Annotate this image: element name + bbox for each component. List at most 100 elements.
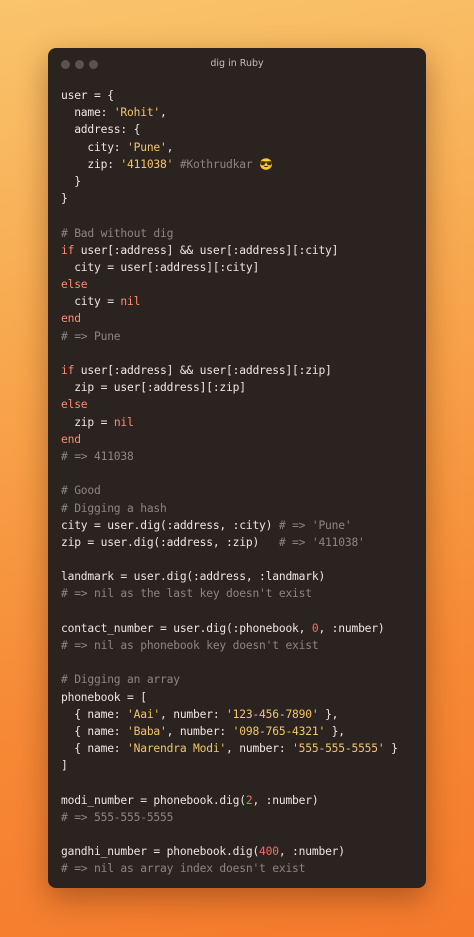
code-line: zip = user[:address][:zip]	[61, 379, 420, 396]
code-line: else	[61, 396, 420, 413]
code-line: landmark = user.dig(:address, :landmark)	[61, 568, 420, 585]
code-line: }	[61, 190, 420, 207]
code-line: { name: 'Baba', number: '098-765-4321' }…	[61, 723, 420, 740]
code-token: zip:	[61, 157, 121, 171]
code-comment: # => nil as array index doesn't exist	[61, 862, 306, 876]
code-comment: # => '411038'	[278, 535, 365, 549]
code-line: ]	[61, 757, 420, 774]
code-line: if user[:address] && user[:address][:zip…	[61, 362, 420, 379]
code-token: zip =	[61, 415, 114, 429]
code-line: # => nil as array index doesn't exist	[61, 860, 420, 877]
code-line: zip: '411038' #Kothrudkar 😎	[61, 156, 420, 173]
code-token: contact_number = user.dig(:phonebook,	[61, 621, 312, 635]
code-token: , :number)	[278, 845, 345, 859]
code-line: contact_number = user.dig(:phonebook, 0,…	[61, 620, 420, 637]
code-token: { name:	[61, 742, 128, 756]
code-keyword: end	[61, 312, 81, 326]
code-token: city = user[:address][:city]	[61, 260, 260, 274]
code-token: , number:	[160, 707, 227, 721]
code-line: # => 555-555-5555	[61, 809, 420, 826]
code-token: },	[325, 724, 345, 738]
code-comment: # => 'Pune'	[278, 518, 352, 532]
code-token: }	[61, 174, 81, 188]
code-number: 400	[259, 845, 279, 859]
code-token: landmark = user.dig(:address, :landmark)	[61, 570, 326, 584]
code-token: , number:	[166, 724, 233, 738]
code-token: }	[384, 742, 398, 756]
code-line: phonebook = [	[61, 689, 420, 706]
code-token: , :number)	[252, 793, 319, 807]
code-string: '411038'	[120, 157, 174, 171]
code-token: , :number)	[318, 621, 385, 635]
code-string: 'Baba'	[127, 724, 167, 738]
code-line: city = nil	[61, 293, 420, 310]
code-line: { name: 'Narendra Modi', number: '555-55…	[61, 740, 420, 757]
code-comment: # => nil as phonebook key doesn't exist	[61, 639, 319, 652]
code-token: { name:	[61, 724, 128, 738]
code-comment: #Kothrudkar 😎	[179, 157, 273, 171]
code-token: phonebook = [	[61, 690, 147, 704]
code-line: else	[61, 276, 420, 293]
code-token: },	[318, 707, 339, 721]
code-string: '123-456-7890'	[226, 707, 319, 721]
code-line: # => nil as the last key doesn't exist	[61, 585, 420, 602]
code-keyword: if	[61, 364, 75, 377]
code-line: modi_number = phonebook.dig(2, :number)	[61, 792, 420, 809]
code-line: zip = user.dig(:address, :zip) # => '411…	[61, 534, 420, 551]
code-string: 'Narendra Modi'	[127, 742, 227, 756]
code-line: end	[61, 310, 420, 327]
code-line: # Digging a hash	[61, 500, 420, 517]
code-line: # => 411038	[61, 448, 420, 465]
code-comment: # => 411038	[61, 449, 134, 463]
code-line: # Good	[61, 482, 420, 499]
code-line: # => Pune	[61, 328, 420, 345]
code-token: }	[61, 192, 68, 206]
code-token: user = {	[61, 89, 114, 102]
code-token: zip = user.dig(:address, :zip)	[61, 535, 279, 549]
code-comment: # => nil as the last key doesn't exist	[61, 587, 312, 601]
code-keyword: else	[61, 398, 88, 412]
code-comment: # Good	[61, 484, 101, 498]
code-keyword: if	[61, 243, 75, 257]
code-keyword: nil	[113, 415, 134, 429]
code-token: city = user.dig(:address, :city)	[61, 518, 279, 532]
code-token: city =	[61, 295, 121, 309]
code-token: ]	[61, 759, 68, 773]
code-token: city:	[61, 140, 128, 154]
code-line: gandhi_number = phonebook.dig(400, :numb…	[61, 843, 420, 860]
code-line: # => nil as phonebook key doesn't exist	[61, 637, 420, 654]
code-string: '098-765-4321'	[232, 724, 326, 738]
code-keyword: else	[61, 278, 88, 292]
window-titlebar: dig in Ruby	[48, 48, 426, 82]
code-string: 'Rohit'	[113, 106, 161, 120]
code-comment: # => Pune	[61, 329, 121, 343]
code-keyword: end	[61, 432, 81, 446]
code-line: name: 'Rohit',	[61, 104, 420, 121]
code-string: 'Pune'	[127, 140, 167, 154]
code-string: 'Aai'	[127, 707, 161, 721]
code-string: '555-555-5555'	[292, 742, 385, 756]
code-token: { name:	[61, 707, 128, 721]
code-line: user = {	[61, 87, 420, 104]
code-line: city = user.dig(:address, :city) # => 'P…	[61, 517, 420, 534]
code-comment: # Digging an array	[61, 673, 180, 687]
code-keyword: nil	[120, 295, 141, 309]
code-token: name:	[61, 106, 114, 120]
code-comment: # Bad without dig	[61, 226, 174, 240]
code-token: zip = user[:address][:zip]	[61, 381, 246, 395]
code-line: address: {	[61, 121, 420, 138]
code-token: gandhi_number = phonebook.dig(	[61, 845, 260, 859]
code-line: }	[61, 173, 420, 190]
code-line: if user[:address] && user[:address][:cit…	[61, 242, 420, 259]
code-line: # Bad without dig	[61, 225, 420, 242]
code-line: end	[61, 431, 420, 448]
